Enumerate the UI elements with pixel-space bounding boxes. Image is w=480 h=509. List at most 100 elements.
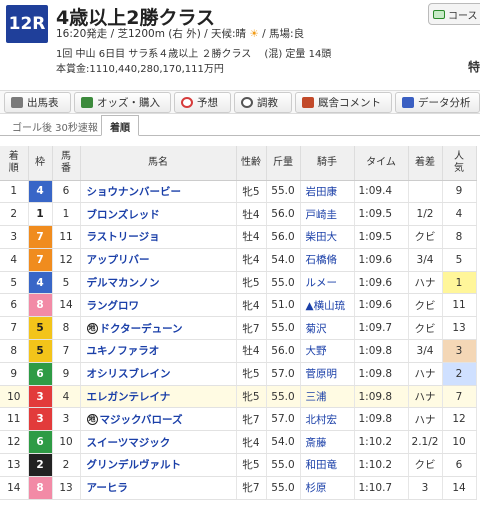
horse-name-link[interactable]: 地マジックバローズ — [80, 407, 237, 432]
subtab-quick-result[interactable]: ゴール後 30秒速報 — [4, 116, 106, 137]
horse-number-cell: 5 — [52, 271, 81, 295]
jockey-link[interactable]: 岩田康 — [300, 180, 355, 204]
table-row: 4 7 12 アップリバー 牝4 54.0 石橋脩 1:09.6 3/4 5 — [0, 248, 477, 272]
odds-icon — [81, 97, 93, 108]
time-cell: 1:09.8 — [354, 385, 409, 409]
horse-name-link[interactable]: グリンデルヴァルト — [80, 453, 237, 477]
popularity-cell: 4 — [442, 202, 477, 227]
tab-comment[interactable]: 厩舎コメント — [295, 92, 392, 113]
jockey-link[interactable]: 三浦 — [300, 385, 355, 409]
frame-cell: 6 — [28, 430, 53, 455]
tab-shutsuba[interactable]: 出馬表 — [4, 92, 71, 113]
table-row: 9 6 9 オシリスブレイン 牝5 57.0 菅原明 1:09.8 ハナ 2 — [0, 362, 477, 386]
jockey-link[interactable]: ▲横山琉 — [300, 293, 355, 318]
tab-data[interactable]: データ分析 — [395, 92, 480, 113]
horse-name-link[interactable]: アーヒラ — [80, 476, 237, 500]
horse-number-cell: 6 — [52, 180, 81, 204]
jockey-link[interactable]: 柴田大 — [300, 225, 355, 249]
race-info-track: / 馬場:良 — [262, 28, 305, 40]
race-number-badge: 12R — [6, 5, 48, 43]
col-frame: 枠 — [28, 146, 53, 181]
jockey-link[interactable]: 菅原明 — [300, 362, 355, 386]
horse-name-link[interactable]: オシリスブレイン — [80, 362, 237, 386]
sex-age-cell: 牝7 — [236, 407, 267, 432]
jockey-link[interactable]: 大野 — [300, 339, 355, 363]
jockey-link[interactable]: 北村宏 — [300, 407, 355, 432]
rank-cell: 5 — [0, 271, 29, 295]
horse-name-link[interactable]: デルマカンノン — [80, 271, 237, 295]
table-row: 7 5 8 地ドクターデューン 牝7 55.0 菊沢 1:09.7 クビ 13 — [0, 316, 477, 341]
col-popularity: 人気 — [442, 146, 477, 181]
frame-cell: 6 — [28, 362, 53, 386]
table-header-row: 着順 枠 馬番 馬名 性齢 斤量 騎手 タイム 着差 人気 — [0, 146, 477, 181]
margin-cell: ハナ — [408, 362, 443, 386]
col-weight: 斤量 — [266, 146, 301, 181]
margin-cell: 3/4 — [408, 248, 443, 272]
result-subtabs: ゴール後 30秒速報 着順 — [0, 114, 480, 136]
horse-name: ユキノファラオ — [86, 345, 160, 358]
tab-odds[interactable]: オッズ・購入 — [74, 92, 171, 113]
sex-age-cell: 牝4 — [236, 430, 267, 455]
tab-data-label: データ分析 — [418, 97, 471, 109]
jockey-link[interactable]: 石橋脩 — [300, 248, 355, 272]
comment-icon — [302, 97, 314, 108]
horse-name-link[interactable]: ユキノファラオ — [80, 339, 237, 363]
popularity-cell: 6 — [442, 453, 477, 477]
course-button[interactable]: コース — [428, 3, 480, 25]
horse-name: ラングロワ — [86, 299, 140, 312]
horse-name-link[interactable]: 地ドクターデューン — [80, 316, 237, 341]
horse-name-link[interactable]: エレガンテレイナ — [80, 385, 237, 409]
horse-number-cell: 10 — [52, 430, 81, 455]
horse-number-cell: 11 — [52, 225, 81, 249]
weight-cell: 57.0 — [266, 407, 301, 432]
horse-name-link[interactable]: スイーツマジック — [80, 430, 237, 455]
rank-cell: 14 — [0, 476, 29, 500]
jockey-link[interactable]: ルメー — [300, 271, 355, 295]
tab-chokyo-label: 調教 — [257, 97, 278, 109]
col-jockey: 騎手 — [300, 146, 355, 181]
margin-cell: 3 — [408, 476, 443, 500]
sex-age-cell: 牡4 — [236, 202, 267, 227]
stopwatch-icon — [241, 97, 253, 108]
jockey-link[interactable]: 斎藤 — [300, 430, 355, 455]
horse-name-link[interactable]: アップリバー — [80, 248, 237, 272]
margin-cell: クビ — [408, 293, 443, 318]
jockey-link[interactable]: 菊沢 — [300, 316, 355, 341]
tab-chokyo[interactable]: 調教 — [234, 92, 292, 113]
horse-name-link[interactable]: ブロンズレッド — [80, 202, 237, 227]
col-horse-name: 馬名 — [80, 146, 237, 181]
course-icon — [433, 9, 445, 19]
horse-number-cell: 1 — [52, 202, 81, 227]
subtab-finish-order[interactable]: 着順 — [101, 115, 139, 136]
tab-yoso[interactable]: 予想 — [174, 92, 231, 113]
margin-cell: 3/4 — [408, 339, 443, 363]
weight-cell: 55.0 — [266, 476, 301, 500]
horse-name-link[interactable]: ショウナンバービー — [80, 180, 237, 204]
time-cell: 1:10.2 — [354, 453, 409, 477]
local-horse-mark-icon: 地 — [86, 323, 98, 335]
col-time: タイム — [354, 146, 409, 181]
sex-age-cell: 牝5 — [236, 271, 267, 295]
tab-shutsuba-label: 出馬表 — [27, 97, 59, 109]
race-info-line-1: 16:20発走 / 芝1200m (右 外) / 天候:晴 ☀ / 馬場:良 — [56, 26, 304, 41]
time-cell: 1:09.8 — [354, 339, 409, 363]
jockey-link[interactable]: 杉原 — [300, 476, 355, 500]
horse-name-link[interactable]: ラングロワ — [80, 293, 237, 318]
weight-cell: 55.0 — [266, 453, 301, 477]
weight-cell: 55.0 — [266, 180, 301, 204]
margin-cell: クビ — [408, 453, 443, 477]
jockey-link[interactable]: 戸崎圭 — [300, 202, 355, 227]
frame-cell: 8 — [28, 293, 53, 318]
weight-cell: 56.0 — [266, 225, 301, 249]
popularity-cell: 2 — [442, 362, 477, 386]
time-cell: 1:10.7 — [354, 476, 409, 500]
jockey-link[interactable]: 和田竜 — [300, 453, 355, 477]
time-cell: 1:10.2 — [354, 430, 409, 455]
rank-cell: 4 — [0, 248, 29, 272]
frame-cell: 3 — [28, 407, 53, 432]
tab-yoso-label: 予想 — [197, 97, 218, 109]
chart-icon — [402, 97, 414, 108]
horse-name-link[interactable]: ラストリージョ — [80, 225, 237, 249]
result-table: 着順 枠 馬番 馬名 性齢 斤量 騎手 タイム 着差 人気 1 4 6 ショウナンバー… — [0, 146, 477, 500]
table-row: 13 2 2 グリンデルヴァルト 牝5 55.0 和田竜 1:10.2 クビ 6 — [0, 453, 477, 477]
